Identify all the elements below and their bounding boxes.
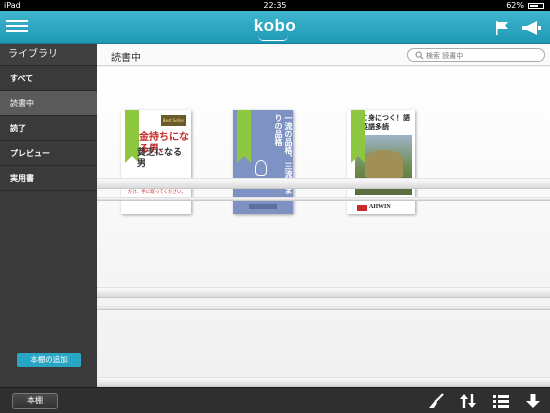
search-icon xyxy=(415,51,424,60)
flag-icon[interactable] xyxy=(494,20,510,36)
bottom-toolbar: 本棚 xyxy=(0,387,550,413)
shelf-button[interactable]: 本棚 xyxy=(12,393,58,409)
sort-icon[interactable] xyxy=(459,393,477,409)
book-title-line2: 貧乏になる男 xyxy=(137,148,183,169)
book-title: こ身につく！語英語多読 xyxy=(361,114,410,131)
reading-ribbon xyxy=(351,110,365,163)
main-content: 読書中 Best Seller 金持ちになる男、 貧乏になる男 本当に お金持ち… xyxy=(97,44,550,387)
search-box[interactable] xyxy=(407,48,545,62)
top-bar: kobo xyxy=(0,11,550,44)
sidebar-item-preview[interactable]: プレビュー xyxy=(0,141,97,166)
library-sidebar: ライブラリ すべて 読書中 読了 プレビュー 実用書 本棚の追加 xyxy=(0,44,97,387)
search-input[interactable] xyxy=(426,50,540,61)
battery-percent: 62% xyxy=(506,1,524,10)
brush-icon[interactable] xyxy=(428,393,446,409)
shelf-board xyxy=(97,377,550,387)
sidebar-item-reading[interactable]: 読書中 xyxy=(0,91,97,116)
megaphone-icon[interactable] xyxy=(520,20,542,36)
sidebar-item-practical[interactable]: 実用書 xyxy=(0,166,97,191)
book-brand: AHWIN xyxy=(369,204,391,210)
shelf-board xyxy=(97,178,550,189)
sidebar-item-all[interactable]: すべて xyxy=(0,66,97,91)
sidebar-item-finished[interactable]: 読了 xyxy=(0,116,97,141)
brand-logo-icon xyxy=(357,205,367,211)
clock: 22:35 xyxy=(263,1,287,10)
cover-publisher-mark xyxy=(249,204,277,209)
sidebar-title: ライブラリ xyxy=(0,44,97,66)
download-icon[interactable] xyxy=(524,393,542,409)
shelf-board xyxy=(97,287,550,298)
kobo-logo: kobo xyxy=(253,16,297,35)
list-view-icon[interactable] xyxy=(492,393,510,409)
cover-figure-icon xyxy=(255,160,267,176)
book-tag: Best Seller xyxy=(161,115,186,126)
main-header: 読書中 xyxy=(97,44,550,66)
shelf-board xyxy=(97,306,550,310)
page-title: 読書中 xyxy=(111,53,141,64)
reading-ribbon xyxy=(237,110,251,163)
battery-icon xyxy=(528,3,544,9)
add-shelf-button[interactable]: 本棚の追加 xyxy=(17,353,81,367)
logo-smile-mark xyxy=(258,36,288,41)
shelf-board xyxy=(97,197,550,201)
status-bar: iPad 22:35 62% xyxy=(0,0,550,11)
bookshelf: Best Seller 金持ちになる男、 貧乏になる男 本当に お金持ちになりた… xyxy=(97,67,550,387)
